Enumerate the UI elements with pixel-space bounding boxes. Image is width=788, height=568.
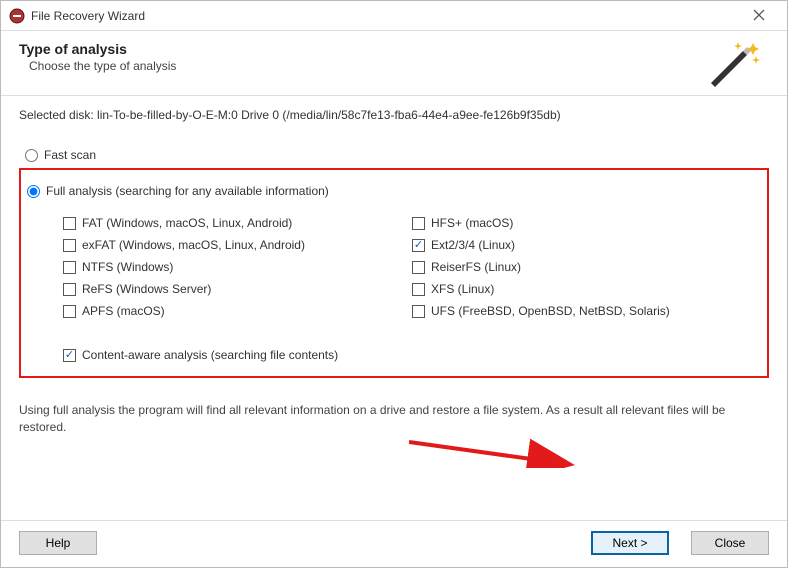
checkbox-apfs[interactable] [63,305,76,318]
fs-column-right: HFS+ (macOS) Ext2/3/4 (Linux) ReiserFS (… [412,208,761,326]
checkbox-fat[interactable] [63,217,76,230]
annotation-arrow-icon [409,434,589,468]
content-aware-label: Content-aware analysis (searching file c… [82,348,338,362]
fs-exfat[interactable]: exFAT (Windows, macOS, Linux, Android) [63,238,412,252]
checkbox-exfat[interactable] [63,239,76,252]
header-text: Type of analysis Choose the type of anal… [19,41,707,73]
divider [1,95,787,96]
window-title: File Recovery Wizard [31,9,739,23]
fs-ext[interactable]: Ext2/3/4 (Linux) [412,238,761,252]
checkbox-content-aware[interactable] [63,349,76,362]
highlight-box: Full analysis (searching for any availab… [19,168,769,378]
content-aware-checkbox-row[interactable]: Content-aware analysis (searching file c… [63,348,761,362]
fs-apfs[interactable]: APFS (macOS) [63,304,412,318]
window-close-button[interactable] [739,8,779,24]
checkbox-ntfs[interactable] [63,261,76,274]
wizard-wand-icon [707,41,763,87]
help-button[interactable]: Help [19,531,97,555]
checkbox-xfs[interactable] [412,283,425,296]
fs-column-left: FAT (Windows, macOS, Linux, Android) exF… [63,208,412,326]
selected-disk-label: Selected disk: lin-To-be-filled-by-O-E-M… [19,108,769,122]
close-button[interactable]: Close [691,531,769,555]
checkbox-hfs[interactable] [412,217,425,230]
checkbox-ufs[interactable] [412,305,425,318]
wizard-header: Type of analysis Choose the type of anal… [1,31,787,93]
full-analysis-label: Full analysis (searching for any availab… [46,184,329,198]
titlebar: File Recovery Wizard [1,1,787,31]
fs-ufs[interactable]: UFS (FreeBSD, OpenBSD, NetBSD, Solaris) [412,304,761,318]
fs-fat[interactable]: FAT (Windows, macOS, Linux, Android) [63,216,412,230]
hint-text: Using full analysis the program will fin… [19,402,769,436]
checkbox-ext[interactable] [412,239,425,252]
full-analysis-radio[interactable]: Full analysis (searching for any availab… [27,184,761,198]
checkbox-reiser[interactable] [412,261,425,274]
fast-scan-radio[interactable]: Fast scan [25,148,769,162]
fast-scan-radio-input[interactable] [25,149,38,162]
wizard-window: File Recovery Wizard Type of analysis Ch… [0,0,788,568]
fs-ntfs[interactable]: NTFS (Windows) [63,260,412,274]
page-heading: Type of analysis [19,41,707,57]
arrow-overlay [19,440,769,468]
fs-xfs[interactable]: XFS (Linux) [412,282,761,296]
fs-hfs[interactable]: HFS+ (macOS) [412,216,761,230]
full-analysis-radio-input[interactable] [27,185,40,198]
close-icon [753,9,765,21]
button-bar: Help Next > Close [1,520,787,567]
app-icon [9,8,25,24]
checkbox-refs[interactable] [63,283,76,296]
next-button[interactable]: Next > [591,531,669,555]
fast-scan-label: Fast scan [44,148,96,162]
filesystem-grid: FAT (Windows, macOS, Linux, Android) exF… [63,208,761,326]
fs-reiser[interactable]: ReiserFS (Linux) [412,260,761,274]
page-subheading: Choose the type of analysis [19,59,707,73]
fs-refs[interactable]: ReFS (Windows Server) [63,282,412,296]
content-area: Selected disk: lin-To-be-filled-by-O-E-M… [1,104,787,520]
